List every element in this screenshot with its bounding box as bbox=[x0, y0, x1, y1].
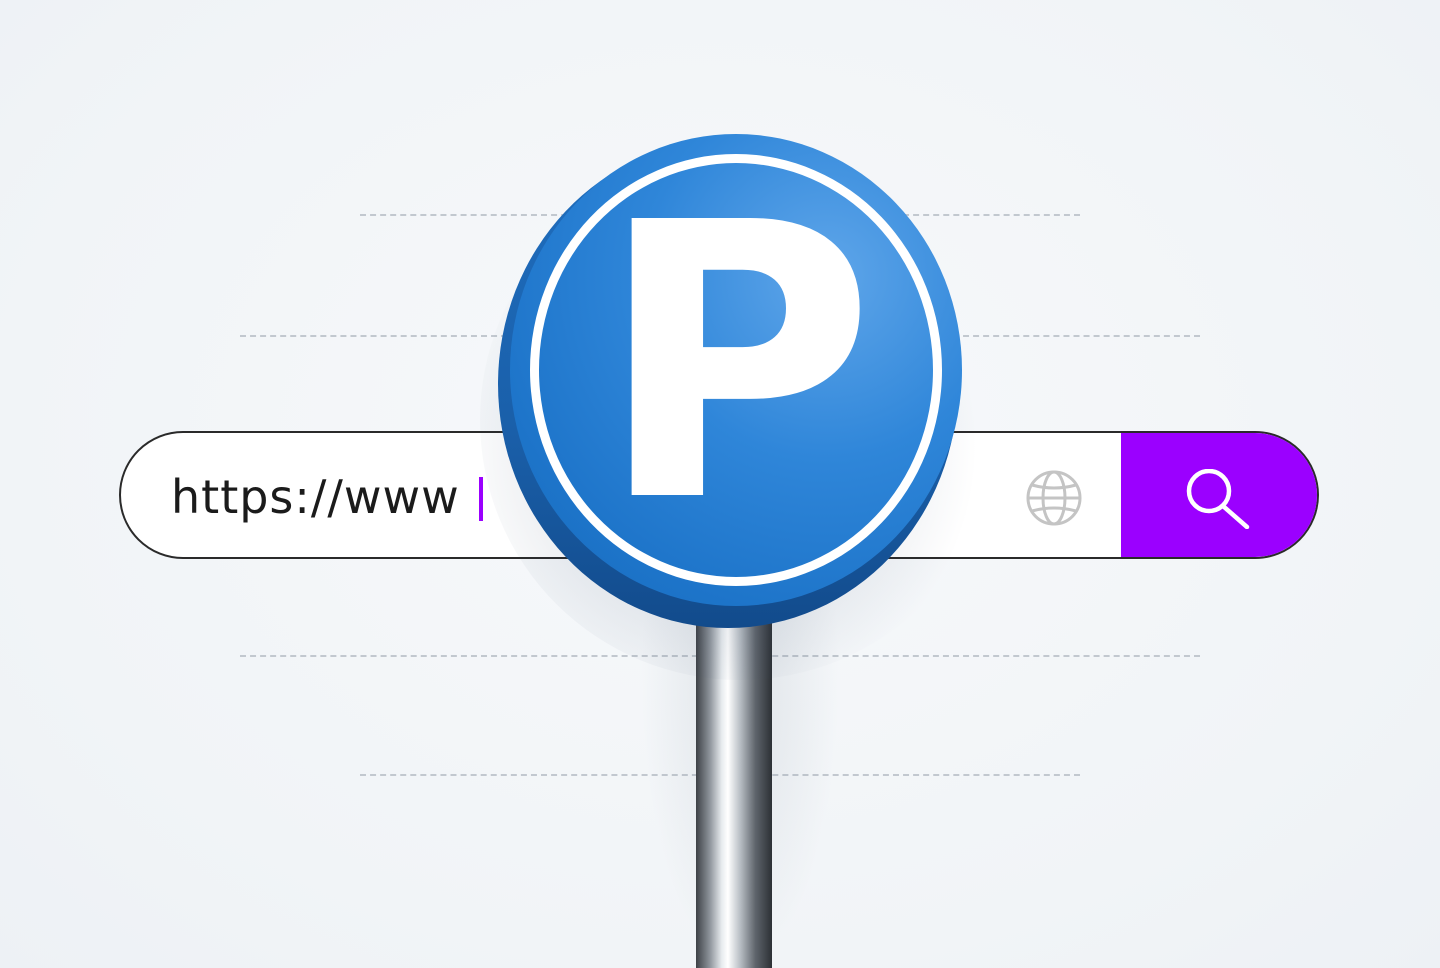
globe-icon bbox=[1026, 470, 1082, 526]
url-input[interactable]: https://www bbox=[171, 469, 460, 525]
illustration: https://www P bbox=[0, 0, 1440, 968]
search-icon bbox=[1186, 469, 1250, 529]
parking-letter: P bbox=[596, 142, 876, 585]
parking-sign: P bbox=[510, 134, 962, 606]
search-button[interactable] bbox=[1121, 433, 1317, 557]
text-caret bbox=[479, 477, 483, 521]
